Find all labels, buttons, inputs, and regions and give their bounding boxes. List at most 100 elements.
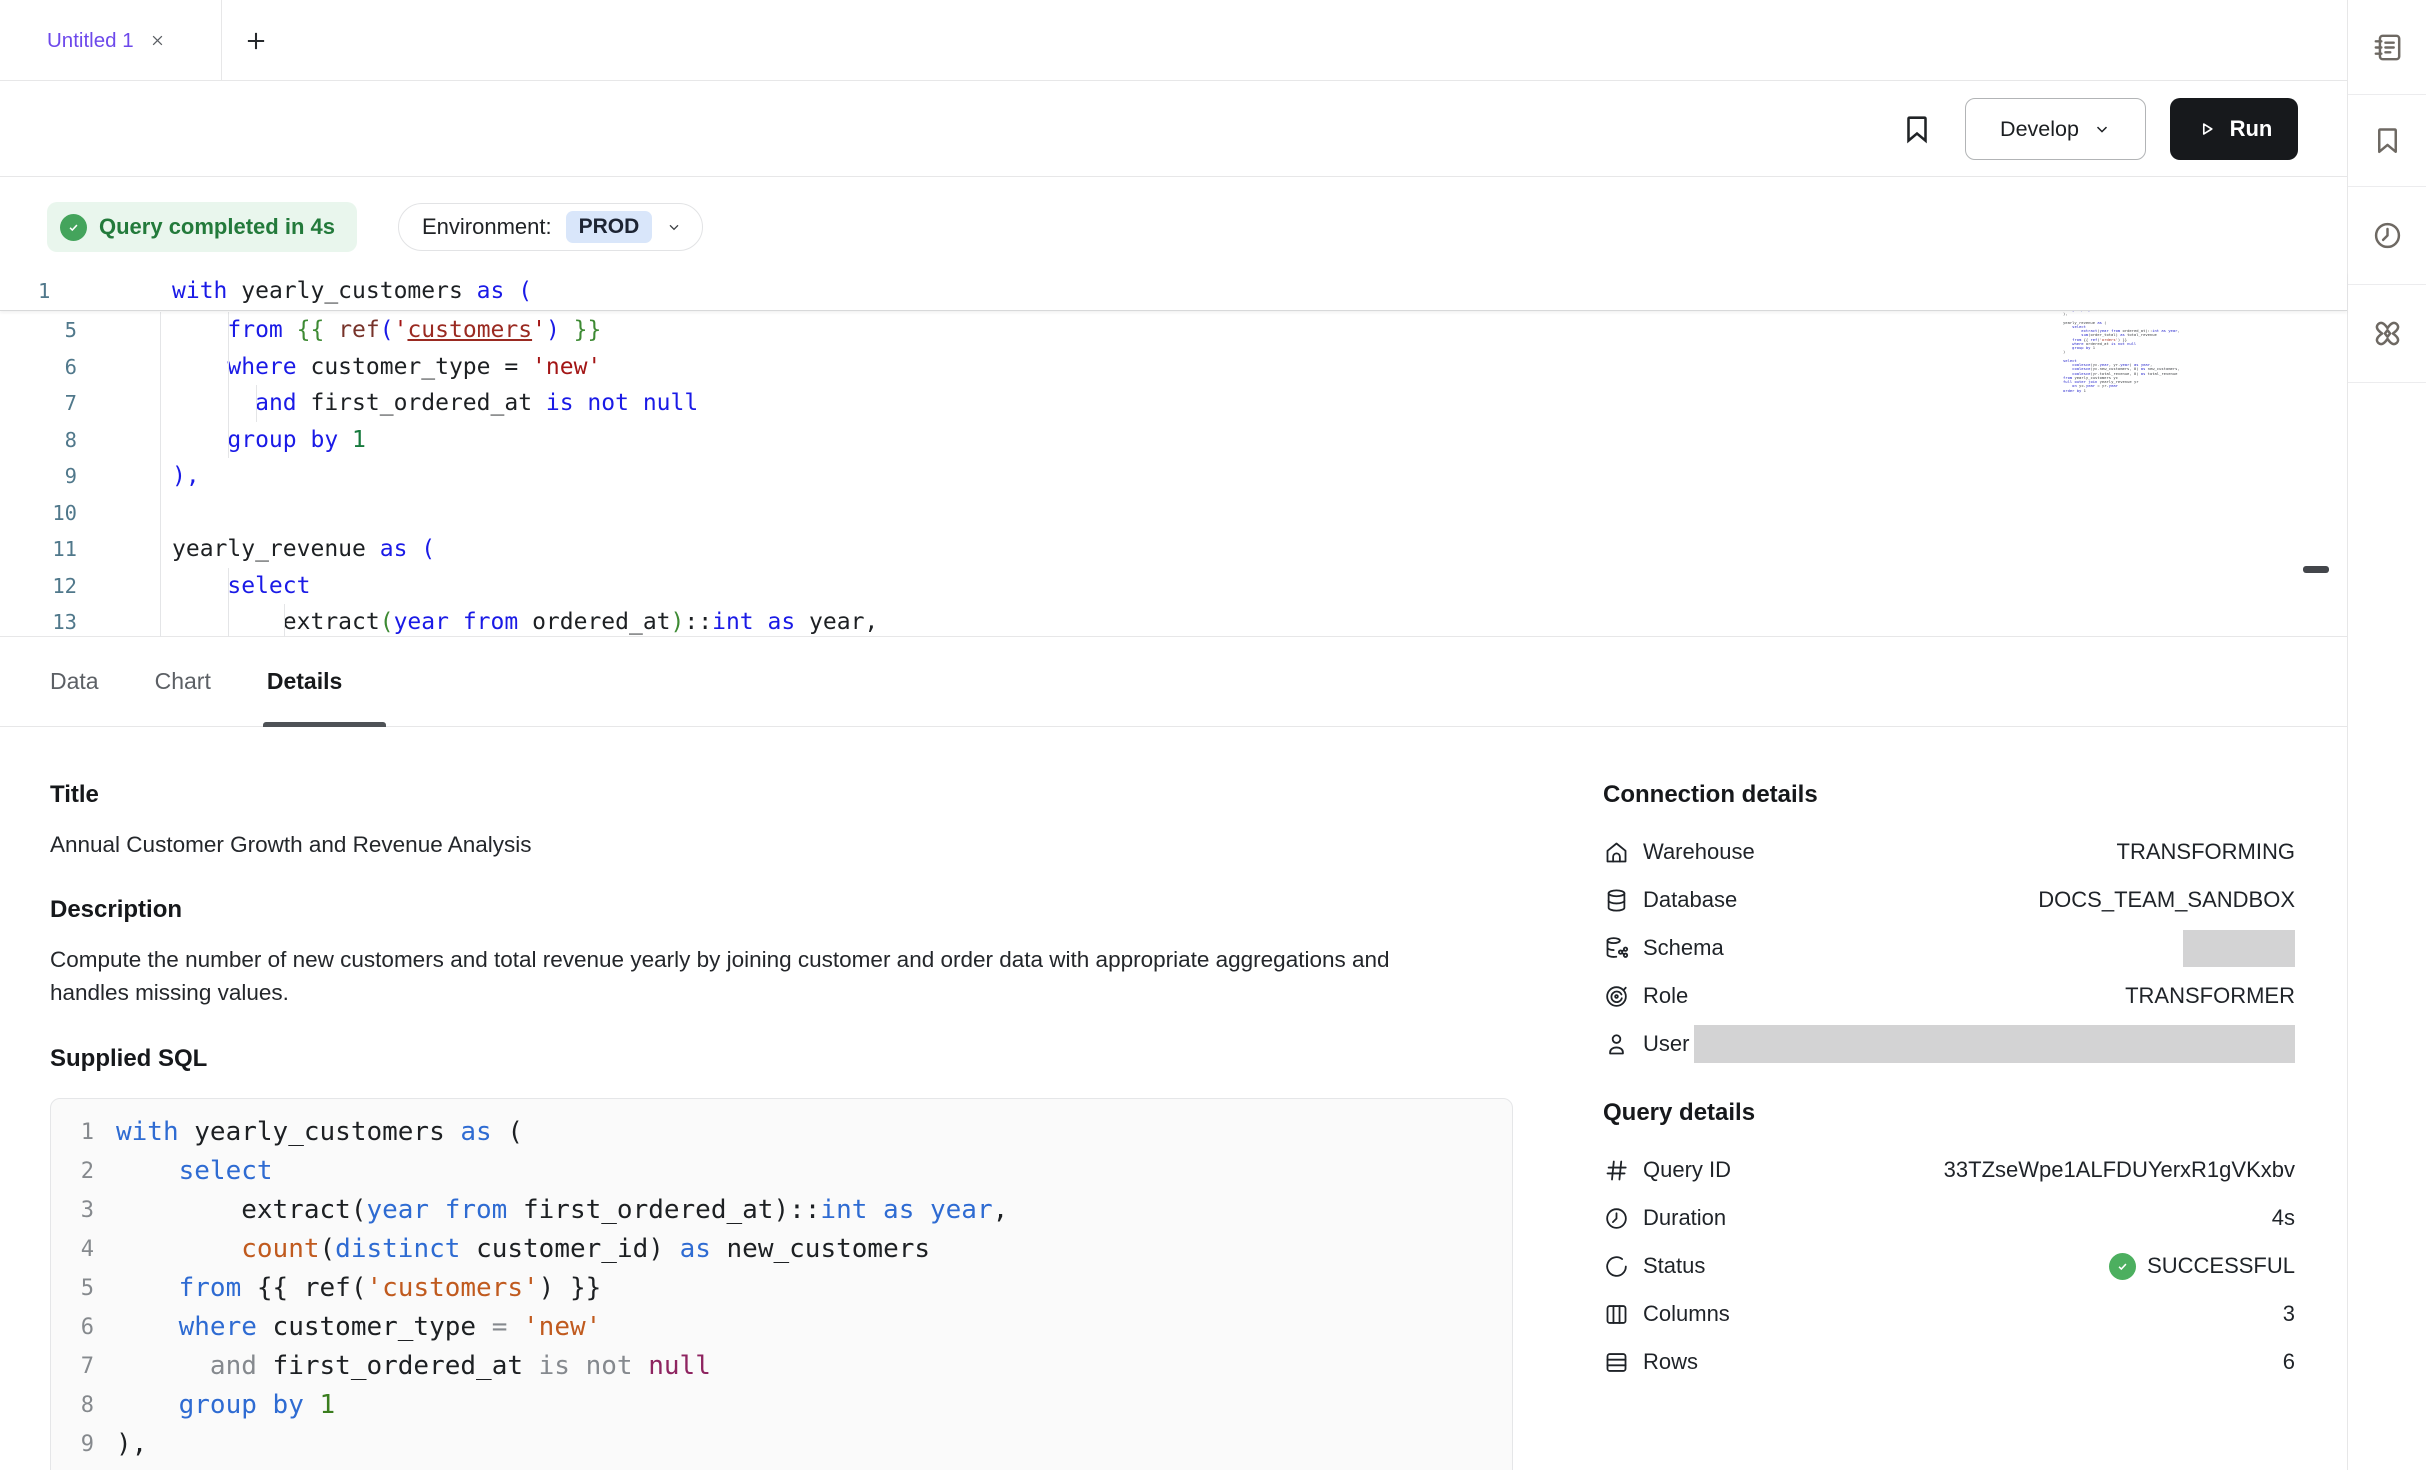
code-line: 6 where customer_type = 'new' — [51, 1308, 1512, 1347]
connection-row-role: RoleTRANSFORMER — [1603, 972, 2295, 1020]
code-token: select — [179, 1156, 273, 1186]
description-value: Compute the number of new customers and … — [50, 943, 1450, 1009]
query-status-badge: Query completed in 4s — [47, 202, 357, 252]
code-token: year from — [366, 1195, 523, 1225]
code-token: ( — [380, 609, 394, 635]
details-left-column: Title Annual Customer Growth and Revenue… — [50, 727, 1513, 1470]
code-token: int as — [712, 609, 809, 635]
code-line: 13 extract(year from ordered_at)::int as… — [0, 604, 2347, 636]
editor-lines: 5 from {{ ref('customers') }}6 where cus… — [0, 312, 2347, 636]
code-token: ), — [172, 463, 200, 489]
code-line: 10 — [0, 495, 2347, 532]
sql-editor[interactable]: 1with yearly_customers as ( 5 from {{ re… — [0, 272, 2347, 637]
tab-untitled-1[interactable]: Untitled 1 — [0, 0, 222, 81]
details-panel: Title Annual Customer Growth and Revenue… — [0, 727, 2347, 1470]
code-line: 5 from {{ ref('customers') }} — [51, 1269, 1512, 1308]
code-token: where — [227, 354, 310, 380]
code-line: 6 where customer_type = 'new' — [0, 349, 2347, 386]
chevron-down-icon — [666, 219, 682, 235]
run-button[interactable]: Run — [2170, 98, 2298, 160]
detail-value: TRANSFORMING — [2117, 839, 2295, 865]
line-number: 6 — [0, 349, 77, 386]
supplied-sql-block: 1with yearly_customers as (2 select3 ext… — [50, 1098, 1513, 1470]
line-number: 10 — [51, 1464, 94, 1470]
code-token: count — [241, 1234, 319, 1264]
schema-icon — [1603, 935, 1630, 962]
query-status-text: Query completed in 4s — [99, 214, 335, 240]
code-line: 1with yearly_customers as ( — [51, 1113, 1512, 1152]
run-label: Run — [2230, 116, 2273, 142]
indent-guide — [228, 568, 229, 637]
check-circle-icon — [2109, 1253, 2136, 1280]
chevron-down-icon — [2093, 120, 2111, 138]
line-number: 6 — [51, 1308, 94, 1347]
code-token: customer_id) — [476, 1234, 680, 1264]
code-token: as — [460, 1117, 507, 1147]
tab-details[interactable]: Details — [267, 668, 342, 695]
warehouse-icon — [1603, 839, 1630, 866]
code-token: as ( — [477, 278, 532, 304]
code-token: }} — [560, 317, 602, 343]
line-number: 1 — [51, 1113, 94, 1152]
code-token — [172, 354, 227, 380]
status-row: Query completed in 4s Environment: PROD — [0, 177, 2347, 272]
tab-chart[interactable]: Chart — [155, 668, 211, 695]
compass-sparkle-icon — [2371, 317, 2404, 350]
environment-select[interactable]: Environment: PROD — [398, 203, 703, 251]
code-token: ) — [671, 609, 685, 635]
detail-label: User — [1643, 1031, 1689, 1057]
query-row-rows: Rows6 — [1603, 1338, 2295, 1386]
editor-scrollbar-thumb[interactable] — [2303, 566, 2329, 573]
indent-guide — [284, 604, 285, 637]
line-number: 10 — [0, 495, 77, 532]
code-line: 8 group by 1 — [0, 422, 2347, 459]
code-token: as ( — [380, 536, 435, 562]
develop-label: Develop — [2000, 117, 2079, 142]
gutter-separator — [160, 312, 161, 637]
code-token: yearly_customers — [194, 1117, 460, 1147]
close-tab-icon[interactable] — [148, 31, 167, 50]
line-number: 3 — [51, 1191, 94, 1230]
code-token: :: — [684, 609, 712, 635]
code-token: 'new' — [523, 1312, 601, 1342]
columns-icon — [1603, 1301, 1630, 1328]
supplied-sql-heading: Supplied SQL — [50, 1045, 1513, 1073]
bookmark-icon — [2371, 124, 2404, 157]
sidebar-item-canvas[interactable] — [2348, 285, 2426, 383]
code-token — [116, 1312, 179, 1342]
sidebar-item-notebook[interactable] — [2348, 0, 2426, 95]
sidebar-item-history[interactable] — [2348, 187, 2426, 285]
tab-data[interactable]: Data — [50, 668, 99, 695]
line-number: 5 — [51, 1269, 94, 1308]
line-number: 2 — [51, 1152, 94, 1191]
code-token: customer_type = — [310, 354, 532, 380]
new-tab-icon[interactable] — [240, 26, 272, 56]
detail-value — [2183, 930, 2295, 967]
query-row-duration: Duration4s — [1603, 1194, 2295, 1242]
database-icon — [1603, 887, 1630, 914]
connection-row-schema: Schema — [1603, 924, 2295, 972]
develop-dropdown[interactable]: Develop — [1965, 98, 2146, 160]
code-token: and — [210, 1351, 273, 1381]
bookmark-icon[interactable] — [1894, 105, 1940, 153]
query-row-status: StatusSUCCESSFUL — [1603, 1242, 2295, 1290]
detail-label: Schema — [1643, 935, 1724, 961]
code-token: yearly_revenue — [172, 536, 380, 562]
code-token: null — [648, 1351, 711, 1381]
code-token: = — [492, 1312, 523, 1342]
code-line: 1with yearly_customers as ( — [0, 272, 2347, 310]
code-token: first_ordered_at):: — [523, 1195, 820, 1225]
code-token — [116, 1156, 179, 1186]
sidebar-item-bookmarks[interactable] — [2348, 95, 2426, 187]
code-token: is not null — [546, 390, 698, 416]
code-token — [116, 1351, 210, 1381]
query-row-query-id: Query ID33TZseWpe1ALFDUYerxR1gVKxbv — [1603, 1146, 2295, 1194]
detail-label: Rows — [1643, 1349, 1698, 1375]
code-line: 2 select — [51, 1152, 1512, 1191]
code-token: first_ordered_at — [273, 1351, 539, 1381]
result-tabs: Data Chart Details — [0, 637, 2347, 727]
line-number: 7 — [51, 1347, 94, 1386]
status-icon — [1603, 1253, 1630, 1280]
redacted-value — [1694, 1025, 2295, 1063]
code-token: ) }} — [539, 1273, 602, 1303]
